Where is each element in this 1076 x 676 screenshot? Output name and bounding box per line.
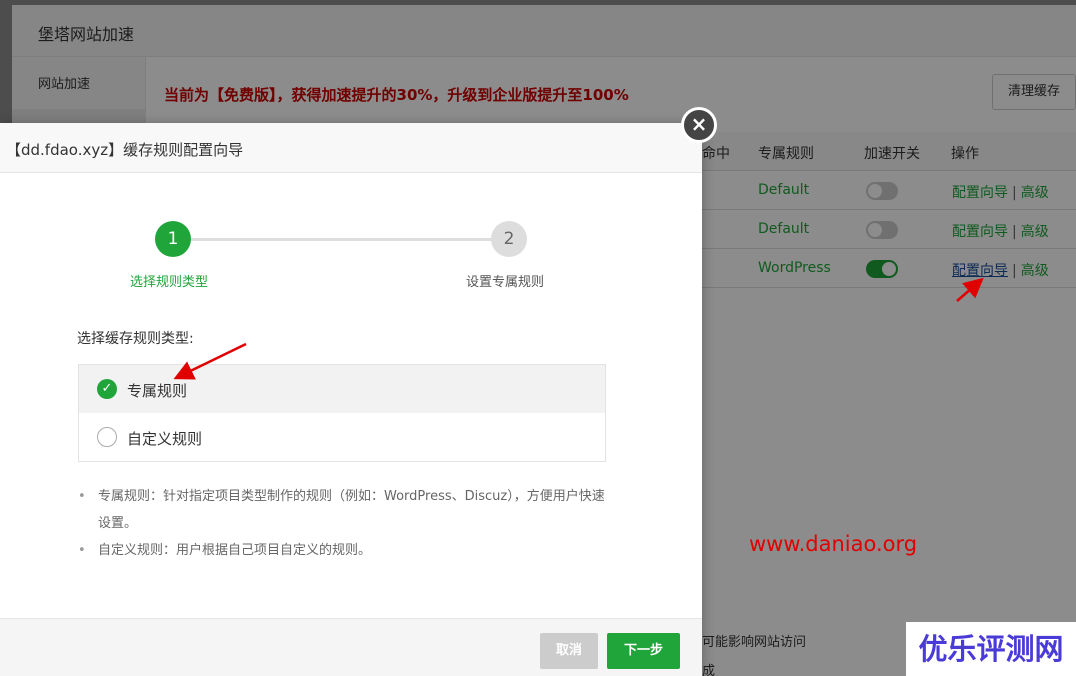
step-1-indicator: 1 — [155, 221, 191, 257]
note-custom: 自定义规则：用户根据自己项目自定义的规则。 — [78, 537, 608, 564]
dialog-header: 【dd.fdao.xyz】缓存规则配置向导 — [0, 123, 702, 173]
watermark-logo: 优乐评测网 — [906, 622, 1076, 676]
rule-type-notes: 专属规则：针对指定项目类型制作的规则（例如：WordPress、Discuz），… — [78, 483, 608, 564]
step-2-indicator: 2 — [491, 221, 527, 257]
option-exclusive-rule[interactable]: ✓ 专属规则 — [79, 365, 605, 413]
step-progress-line — [173, 238, 509, 241]
option-label: 自定义规则 — [127, 430, 203, 448]
rule-type-options: ✓ 专属规则 自定义规则 — [78, 364, 606, 462]
option-custom-rule[interactable]: 自定义规则 — [79, 413, 605, 461]
option-label: 专属规则 — [127, 382, 188, 400]
note-exclusive: 专属规则：针对指定项目类型制作的规则（例如：WordPress、Discuz），… — [78, 483, 608, 537]
step-1-label: 选择规则类型 — [130, 275, 209, 290]
step-2-label: 设置专属规则 — [466, 275, 545, 290]
rule-type-label: 选择缓存规则类型: — [77, 331, 194, 347]
radio-circle-icon — [97, 427, 117, 447]
cancel-button[interactable]: 取消 — [540, 633, 598, 669]
close-icon[interactable]: × — [681, 107, 717, 143]
dialog-title: 【dd.fdao.xyz】缓存规则配置向导 — [6, 141, 244, 159]
dialog-footer: 取消 下一步 — [0, 618, 702, 676]
cache-rule-wizard-dialog: 【dd.fdao.xyz】缓存规则配置向导 1 2 选择规则类型 设置专属规则 … — [0, 123, 702, 676]
watermark-url: www.daniao.org — [749, 532, 918, 556]
check-circle-icon: ✓ — [97, 379, 117, 399]
next-step-button[interactable]: 下一步 — [607, 633, 680, 669]
